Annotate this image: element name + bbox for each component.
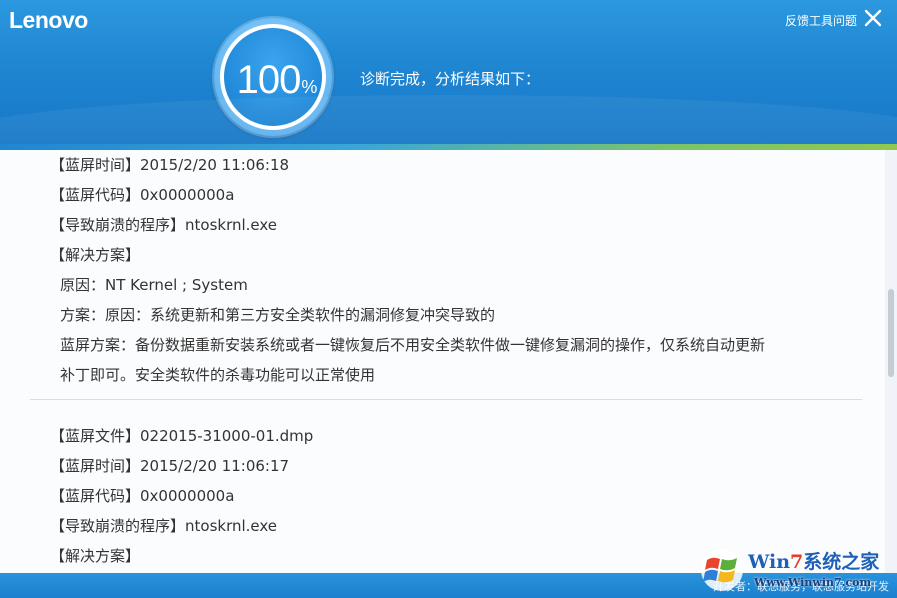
header: Lenovo 反馈工具问题 100% 诊断完成，分析结果如下： (0, 0, 897, 146)
watermark-title-seven: 7 (790, 551, 804, 573)
feedback-link[interactable]: 反馈工具问题 (785, 12, 857, 29)
watermark-title: Win7系统之家 (748, 547, 879, 574)
site-watermark: Win7系统之家 Www.Winwin7.com (698, 545, 895, 595)
record-line: 【蓝屏时间】2015/2/20 11:06:18 (50, 156, 290, 174)
record-line: 蓝屏方案：备份数据重新安装系统或者一键恢复后不用安全类软件做一键修复漏洞的操作，… (60, 336, 766, 354)
lenovo-logo: Lenovo (9, 7, 88, 33)
record-line: 补丁即可。安全类软件的杀毒功能可以正常使用 (60, 366, 376, 384)
close-icon (864, 9, 882, 27)
record-line: 【蓝屏时间】2015/2/20 11:06:17 (50, 457, 290, 475)
progress-ring: 100% (220, 24, 326, 130)
watermark-url: Www.Winwin7.com (754, 576, 872, 589)
status-message: 诊断完成，分析结果如下： (360, 70, 541, 88)
windows-logo-icon (701, 549, 743, 591)
record-line: 【蓝屏代码】0x0000000a (50, 186, 235, 204)
progress-circle: 100% (214, 18, 332, 136)
record-divider (30, 399, 862, 400)
record-line: 方案：原因：系统更新和第三方安全类软件的漏洞修复冲突导致的 (60, 306, 496, 324)
progress-readout: 100% (224, 58, 330, 103)
record-line: 【导致崩溃的程序】ntoskrnl.exe (50, 216, 278, 234)
scrollbar-thumb[interactable] (888, 289, 894, 377)
results-panel[interactable]: 【蓝屏时间】2015/2/20 11:06:18 【蓝屏代码】0x0000000… (0, 150, 885, 573)
record-line: 【解决方案】 (50, 547, 141, 565)
close-button[interactable] (863, 8, 883, 28)
progress-unit: % (301, 77, 318, 97)
watermark-title-prefix: Win (748, 551, 791, 573)
record-line: 【导致崩溃的程序】ntoskrnl.exe (50, 517, 278, 535)
record-line: 【解决方案】 (50, 246, 141, 264)
record-line: 【蓝屏文件】022015-31000-01.dmp (50, 427, 314, 445)
watermark-title-suffix: 系统之家 (803, 551, 880, 573)
lenovo-diagnosis-window: Lenovo 反馈工具问题 100% 诊断完成，分析结果如下： 【蓝屏时间】20… (0, 0, 897, 598)
vertical-scrollbar[interactable] (885, 150, 897, 573)
progress-value: 100 (236, 58, 302, 102)
record-line: 【蓝屏代码】0x0000000a (50, 487, 235, 505)
record-line: 原因：NT Kernel ; System (60, 276, 248, 294)
